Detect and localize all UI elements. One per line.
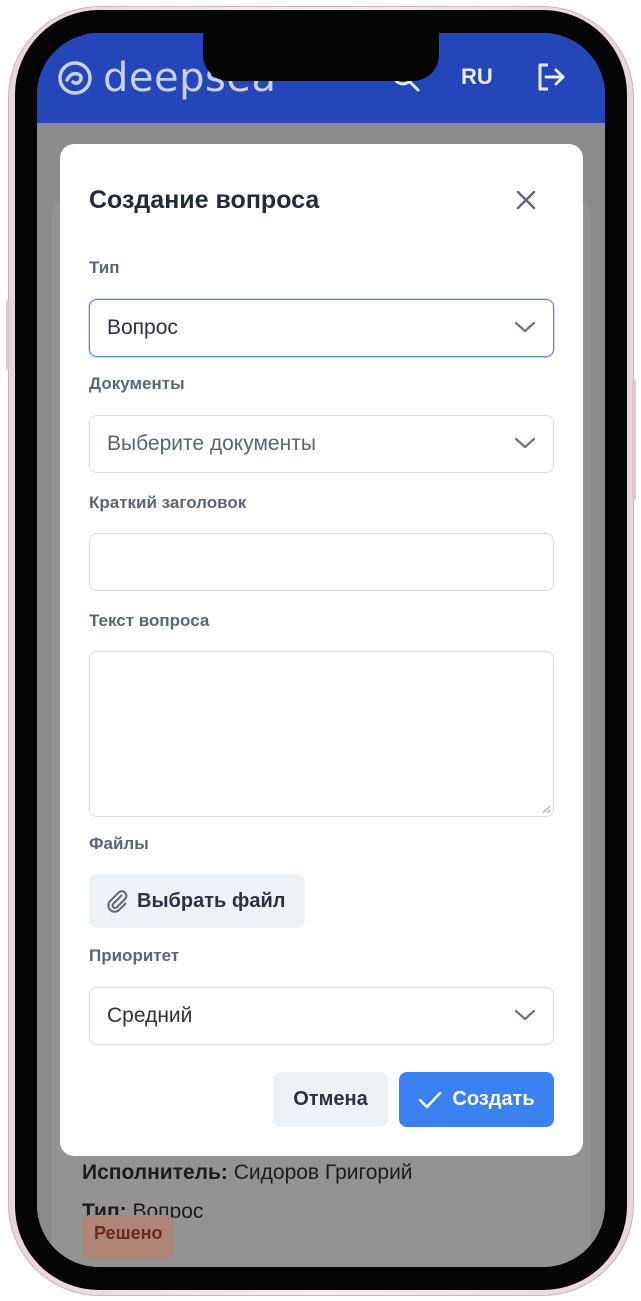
cancel-button[interactable]: Отмена	[273, 1072, 388, 1127]
choose-file-label: Выбрать файл	[137, 889, 286, 912]
documents-select-placeholder: Выберите документы	[107, 432, 316, 455]
documents-select[interactable]: Выберите документы	[89, 415, 554, 473]
chevron-down-icon	[514, 321, 536, 333]
logout-button[interactable]	[535, 61, 567, 98]
executor-label: Исполнитель:	[82, 1161, 228, 1184]
status-badge: Решено	[82, 1215, 175, 1258]
chevron-down-icon	[514, 1009, 536, 1021]
logout-icon	[538, 63, 565, 91]
phone-notch	[203, 33, 439, 81]
deepsea-logo-icon	[58, 61, 92, 95]
create-button-label: Создать	[452, 1088, 535, 1110]
create-button[interactable]: Создать	[399, 1072, 554, 1127]
create-question-modal: Создание вопроса Тип Вопрос Документы Вы…	[60, 144, 583, 1156]
paperclip-icon	[107, 890, 128, 913]
files-label: Файлы	[89, 834, 149, 853]
choose-file-button[interactable]: Выбрать файл	[89, 874, 305, 928]
priority-label: Приоритет	[89, 946, 180, 965]
priority-select-value: Средний	[107, 1004, 193, 1027]
modal-title: Создание вопроса	[89, 186, 320, 214]
check-icon	[419, 1091, 442, 1108]
priority-select[interactable]: Средний	[89, 987, 554, 1045]
type-label: Тип	[89, 258, 120, 277]
resize-grip-icon[interactable]	[541, 804, 551, 814]
short-title-input[interactable]	[89, 533, 554, 591]
close-icon	[516, 190, 536, 210]
type-select[interactable]: Вопрос	[89, 299, 554, 357]
phone-volume-button	[6, 300, 10, 370]
phone-side-button	[632, 380, 636, 500]
executor-value: Сидоров Григорий	[227, 1161, 413, 1184]
close-button[interactable]	[513, 187, 539, 213]
chevron-down-icon	[514, 437, 536, 449]
documents-label: Документы	[89, 374, 185, 393]
short-title-label: Краткий заголовок	[89, 493, 247, 512]
executor-row: Исполнитель: Сидоров Григорий	[82, 1161, 413, 1185]
question-text-label: Текст вопроса	[89, 611, 210, 630]
question-text-textarea[interactable]	[89, 651, 554, 817]
phone-screen: Исполнитель: Сидоров Григорий Тип: Вопро…	[37, 33, 605, 1267]
language-switch[interactable]: RU	[461, 64, 493, 90]
type-select-value: Вопрос	[107, 316, 178, 339]
